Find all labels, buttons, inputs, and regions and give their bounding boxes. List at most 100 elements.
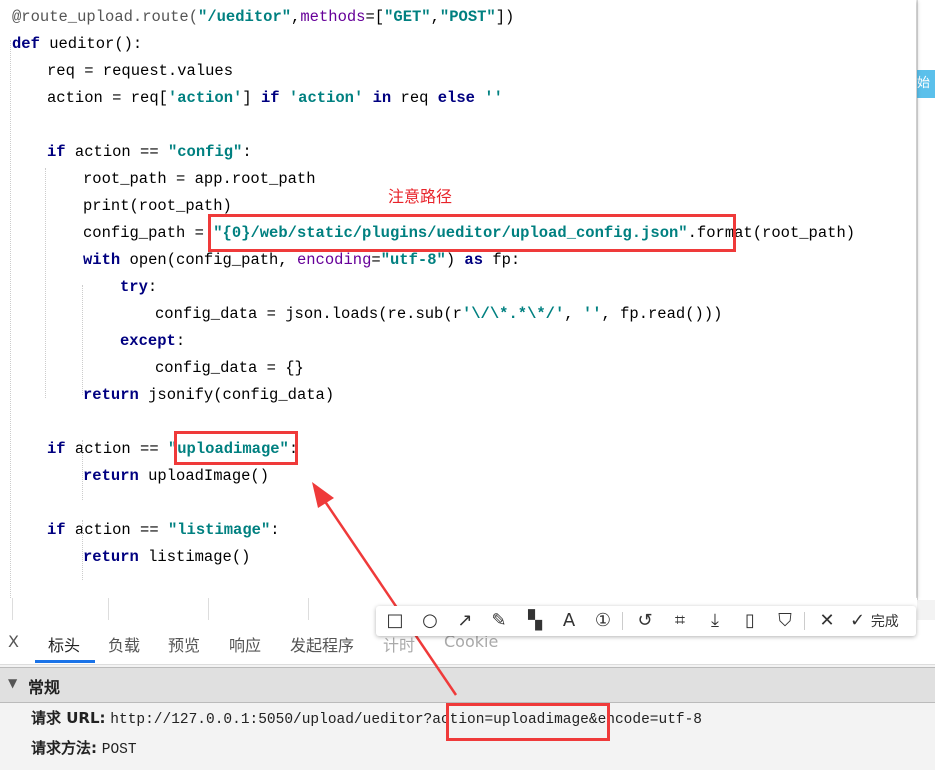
undo-icon[interactable]: ↺ [632, 609, 658, 633]
code-line: req = request.values [47, 58, 233, 85]
phone-icon[interactable]: ▯ [737, 609, 763, 633]
close-icon[interactable]: ✕ [814, 609, 840, 633]
code-token: jsonify(config_data) [138, 386, 335, 404]
code-token: , fp.read())) [601, 305, 723, 323]
code-token: req = request.values [47, 62, 234, 80]
code-token: config_data = {} [155, 359, 304, 377]
toolbar-divider [804, 612, 805, 630]
indent-guide [45, 168, 47, 398]
code-line: def ueditor(): [12, 31, 142, 58]
request-method-label: 请求方法: [31, 739, 97, 757]
code-token: , [291, 8, 301, 26]
grid-divider [308, 598, 309, 620]
done-label: 完成 [870, 614, 899, 630]
tab-0[interactable]: 标头 [48, 632, 80, 656]
code-token: with [83, 251, 121, 269]
arrow-icon[interactable]: ↗ [452, 609, 478, 633]
collapse-triangle-icon: ▼ [8, 676, 18, 690]
background-button: 始 [917, 70, 935, 98]
tab-3[interactable]: 响应 [229, 632, 261, 656]
tab-2[interactable]: 预览 [168, 632, 200, 656]
code-line: return jsonify(config_data) [83, 382, 334, 409]
code-token: : [147, 278, 158, 296]
highlight-uploadimage [174, 431, 298, 465]
code-token: if [47, 440, 66, 458]
toolbar-divider [622, 612, 623, 630]
code-token: "GET" [384, 8, 431, 26]
download-icon[interactable]: ⤓ [702, 609, 728, 633]
code-token: print(root_path) [83, 197, 232, 215]
circle-icon[interactable]: ○ [417, 609, 443, 633]
code-token: : [175, 332, 186, 350]
indent-guide [82, 520, 84, 580]
code-editor: @route_upload.route("/ueditor",methods=[… [0, 0, 916, 600]
code-line: config_data = json.loads(re.sub(r'\/\*.*… [155, 301, 722, 328]
code-token: ueditor(): [39, 35, 143, 53]
code-line: except: [120, 328, 185, 355]
annotation-note: 注意路径 [388, 187, 453, 206]
code-line: @route_upload.route("/ueditor",methods=[… [12, 4, 514, 31]
code-line: return listimage() [83, 544, 250, 571]
code-token: if [47, 521, 66, 539]
code-token: listimage() [138, 548, 251, 566]
code-token: "listimage" [167, 521, 271, 539]
code-token: "utf-8" [380, 251, 446, 269]
code-token: 'action' [167, 89, 243, 107]
tab-1[interactable]: 负载 [108, 632, 140, 656]
tab-4[interactable]: 发起程序 [290, 632, 354, 656]
code-token: else [437, 89, 475, 107]
pencil-icon[interactable]: ✎ [486, 609, 512, 633]
code-token: ) [445, 251, 465, 269]
code-token: except [120, 332, 176, 350]
code-token: open(config_path, [120, 251, 297, 269]
highlight-url-action [446, 703, 610, 741]
ocr-icon[interactable]: ⌗ [667, 609, 693, 633]
close-panel-button[interactable]: X [8, 632, 19, 651]
code-token: encoding [296, 251, 372, 269]
mosaic-icon[interactable]: ▚ [522, 609, 548, 633]
number-icon[interactable]: ① [590, 609, 616, 633]
text-icon[interactable]: A [556, 609, 582, 633]
code-line: if action == "config": [47, 139, 252, 166]
code-token: 'action' [288, 89, 364, 107]
general-section-header[interactable]: ▼ 常规 [0, 667, 935, 703]
rectangle-icon[interactable]: □ [382, 609, 408, 633]
code-token: '\/\*.*\*/' [461, 305, 565, 323]
code-token: action == [65, 440, 168, 458]
grid-divider [208, 598, 209, 620]
code-token: =[ [365, 8, 385, 26]
code-line: root_path = app.root_path [83, 166, 316, 193]
code-token: def [12, 35, 40, 53]
code-token: uploadImage() [138, 467, 270, 485]
code-line: config_data = {} [155, 355, 304, 382]
code-token: ] [242, 89, 261, 107]
code-token: root_path = app.root_path [83, 170, 316, 188]
code-token: try [120, 278, 148, 296]
code-token: action == [65, 143, 168, 161]
code-token: config_data = json.loads(re.sub(r [155, 305, 462, 323]
code-line: try: [120, 274, 157, 301]
code-token: action = req[ [47, 89, 168, 107]
check-icon: ✓ [850, 610, 871, 631]
code-token: as [464, 251, 484, 269]
done-button[interactable]: ✓ 完成 [850, 609, 899, 633]
pin-icon[interactable]: ⛉ [772, 609, 798, 633]
code-line: action = req['action'] if 'action' in re… [47, 85, 503, 112]
code-token: "/ueditor" [198, 8, 292, 26]
code-token: if [47, 143, 66, 161]
code-token: "config" [167, 143, 243, 161]
code-token: '' [484, 89, 503, 107]
code-line: return uploadImage() [83, 463, 269, 490]
grid-divider [108, 598, 109, 620]
code-token: : [270, 521, 280, 539]
grid-divider [12, 598, 13, 620]
code-token: config_path = [83, 224, 214, 242]
section-title: 常规 [28, 678, 61, 697]
code-token: return [83, 467, 139, 485]
code-token: '' [582, 305, 602, 323]
code-token: fp: [483, 251, 521, 269]
indent-guide [82, 285, 84, 395]
code-token: = [371, 251, 381, 269]
